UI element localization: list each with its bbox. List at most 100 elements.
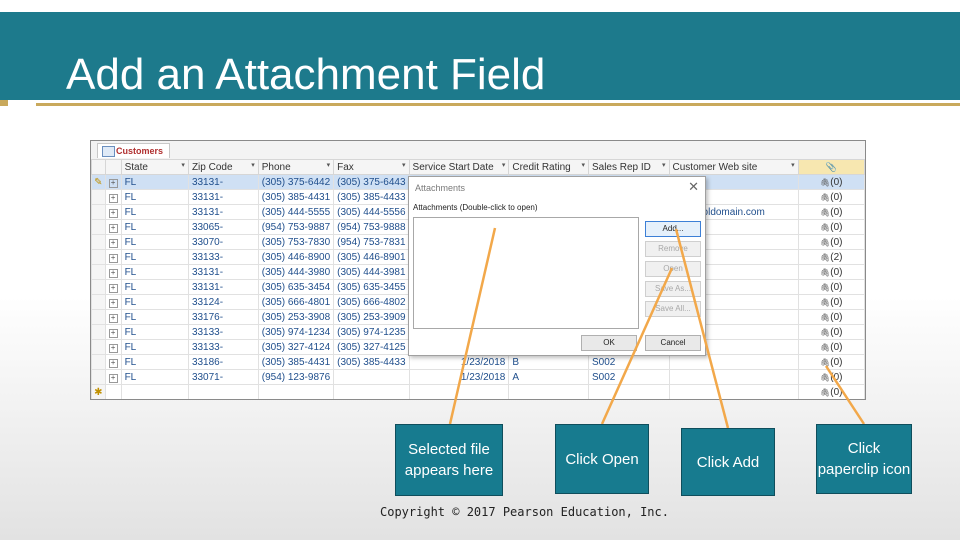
record-selector[interactable] [91, 354, 106, 370]
paperclip-icon[interactable]: 🖇 [820, 223, 830, 232]
cell-state[interactable] [120, 384, 189, 399]
cell-fax[interactable]: (305) 375-6443 [333, 174, 410, 190]
cell-zip[interactable]: 33071- [187, 369, 259, 385]
record-selector[interactable] [91, 324, 106, 340]
column-header[interactable]: Service Start Date ▾ [408, 159, 510, 175]
sort-arrow-icon[interactable]: ▾ [502, 161, 506, 169]
expand-icon[interactable]: + [108, 373, 118, 383]
cell-fax[interactable]: (305) 444-5556 [333, 204, 410, 220]
record-selector[interactable] [91, 219, 106, 235]
paperclip-icon[interactable]: 🖇 [820, 373, 830, 382]
cell-phone[interactable]: (305) 385-4431 [257, 189, 335, 205]
record-selector[interactable] [91, 204, 106, 220]
paperclip-icon[interactable]: 🖇 [820, 178, 830, 187]
select-all-cell[interactable] [91, 159, 106, 175]
save-all-button[interactable]: Save All... [645, 301, 701, 317]
cell-fax[interactable] [333, 369, 410, 385]
sort-arrow-icon[interactable]: ▾ [402, 161, 406, 169]
cell-zip[interactable]: 33131- [187, 279, 259, 295]
attachment-cell[interactable]: 🖇(0) [797, 234, 865, 250]
record-selector[interactable] [91, 264, 106, 280]
attachment-cell[interactable]: 🖇(0) [797, 174, 865, 190]
cell-rep[interactable]: S002 [587, 354, 670, 370]
cell-fax[interactable]: (305) 666-4802 [333, 294, 410, 310]
cancel-button[interactable]: Cancel [645, 335, 701, 351]
cell-zip[interactable]: 33133- [187, 339, 259, 355]
cell-fax[interactable]: (954) 753-9888 [333, 219, 410, 235]
cell-phone[interactable]: (305) 446-8900 [257, 249, 335, 265]
cell-phone[interactable]: (305) 666-4801 [257, 294, 335, 310]
paperclip-icon[interactable]: 🖇 [820, 358, 830, 367]
cell-web[interactable] [668, 369, 799, 385]
add-button[interactable]: Add... [645, 221, 701, 237]
cell-phone[interactable] [257, 384, 335, 399]
cell-zip[interactable]: 33176- [187, 309, 259, 325]
cell-fax[interactable]: (305) 327-4125 [333, 339, 410, 355]
expand-cell[interactable]: + [104, 249, 122, 265]
expand-cell[interactable]: + [104, 339, 122, 355]
expand-cell[interactable]: + [104, 174, 122, 190]
record-selector[interactable] [91, 294, 106, 310]
attachment-cell[interactable]: 🖇(0) [797, 339, 865, 355]
attachment-cell[interactable]: 🖇(0) [797, 204, 865, 220]
record-selector[interactable] [91, 189, 106, 205]
record-selector[interactable] [91, 369, 106, 385]
sort-arrow-icon[interactable]: ▾ [662, 161, 666, 169]
expand-icon[interactable]: + [108, 208, 118, 218]
cell-phone[interactable]: (305) 253-3908 [257, 309, 335, 325]
cell-phone[interactable]: (305) 444-5555 [257, 204, 335, 220]
cell-phone[interactable]: (305) 974-1234 [257, 324, 335, 340]
cell-state[interactable]: FL [120, 249, 189, 265]
expand-icon[interactable]: + [108, 298, 118, 308]
cell-fax[interactable]: (305) 974-1235 [333, 324, 410, 340]
paperclip-icon[interactable]: 🖇 [820, 313, 830, 322]
cell-fax[interactable]: (305) 385-4433 [333, 189, 410, 205]
attachments-list[interactable] [413, 217, 639, 329]
column-header[interactable]: Sales Rep ID ▾ [587, 159, 670, 175]
expand-icon[interactable]: + [108, 193, 118, 203]
cell-phone[interactable]: (954) 123-9876 [257, 369, 335, 385]
expand-icon[interactable]: + [108, 178, 118, 188]
cell-zip[interactable]: 33131- [187, 264, 259, 280]
ok-button[interactable]: OK [581, 335, 637, 351]
cell-start[interactable] [408, 384, 510, 399]
record-selector[interactable]: ✱ [91, 384, 106, 399]
record-selector[interactable] [91, 249, 106, 265]
attachment-cell[interactable]: 🖇(0) [797, 189, 865, 205]
cell-zip[interactable]: 33070- [187, 234, 259, 250]
cell-state[interactable]: FL [120, 369, 189, 385]
expand-cell[interactable]: + [104, 234, 122, 250]
cell-zip[interactable]: 33131- [187, 204, 259, 220]
cell-zip[interactable]: 33133- [187, 324, 259, 340]
cell-state[interactable]: FL [120, 279, 189, 295]
record-selector[interactable] [91, 234, 106, 250]
cell-state[interactable]: FL [120, 309, 189, 325]
record-selector[interactable] [91, 309, 106, 325]
cell-state[interactable]: FL [120, 324, 189, 340]
attachment-cell[interactable]: 🖇(0) [797, 219, 865, 235]
cell-web[interactable] [668, 354, 799, 370]
cell-credit[interactable]: A [508, 369, 589, 385]
attachment-cell[interactable]: 🖇(0) [797, 384, 865, 399]
record-selector[interactable]: ✎ [91, 174, 106, 190]
table-row[interactable]: + FL 33186- (305) 385-4431 (305) 385-4433 1/2… [91, 354, 865, 370]
sort-arrow-icon[interactable]: ▾ [581, 161, 585, 169]
expand-icon[interactable]: + [108, 313, 118, 323]
cell-zip[interactable]: 33133- [187, 249, 259, 265]
cell-state[interactable]: FL [120, 219, 189, 235]
cell-state[interactable]: FL [120, 204, 189, 220]
cell-fax[interactable]: (305) 253-3909 [333, 309, 410, 325]
paperclip-icon[interactable]: 🖇 [820, 388, 830, 397]
expand-icon[interactable]: + [108, 283, 118, 293]
cell-zip[interactable]: 33124- [187, 294, 259, 310]
cell-rep[interactable] [587, 384, 670, 399]
cell-start[interactable]: 1/23/2018 [408, 369, 510, 385]
expand-icon[interactable]: + [108, 358, 118, 368]
cell-phone[interactable]: (305) 327-4124 [257, 339, 335, 355]
cell-phone[interactable]: (305) 385-4431 [257, 354, 335, 370]
cell-fax[interactable]: (305) 635-3455 [333, 279, 410, 295]
expand-cell[interactable] [104, 384, 122, 399]
cell-state[interactable]: FL [120, 264, 189, 280]
cell-state[interactable]: FL [120, 354, 189, 370]
cell-state[interactable]: FL [120, 234, 189, 250]
